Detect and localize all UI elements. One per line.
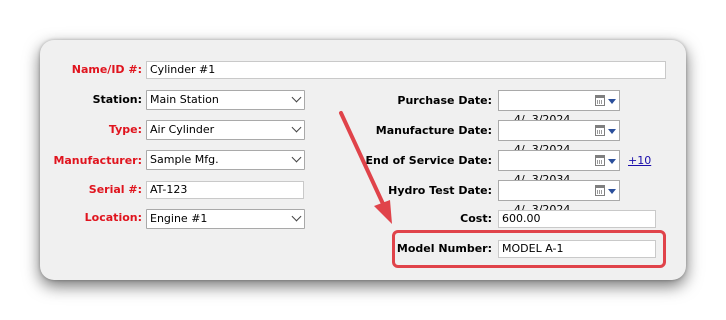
arrow-shaft <box>339 111 386 208</box>
arrow-head <box>374 200 392 224</box>
annotation-arrow <box>339 111 392 224</box>
